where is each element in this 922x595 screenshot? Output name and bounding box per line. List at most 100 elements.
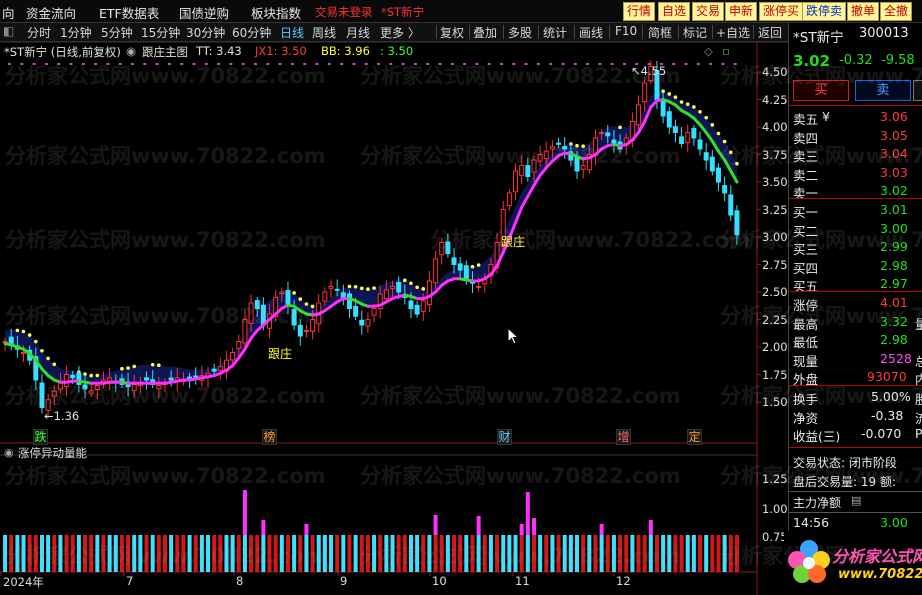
tool-f10[interactable]: F10 — [615, 24, 637, 38]
event-marker[interactable]: 定 — [687, 429, 702, 445]
sub-toggle-icon[interactable]: ◉ — [4, 446, 14, 459]
volume-bar — [513, 535, 518, 572]
signal-dot — [340, 63, 344, 65]
volume-tick-label: 1.00 — [762, 502, 788, 516]
tool-simple-frame[interactable]: 简框 — [648, 24, 672, 41]
signal-dot — [500, 63, 503, 65]
indicator-name[interactable]: 跟庄主图 — [142, 44, 188, 60]
kline-chart[interactable] — [0, 42, 788, 595]
event-marker[interactable]: 跌 — [33, 429, 48, 445]
period-weekly[interactable]: 周线 — [312, 24, 336, 41]
volume-bar — [347, 535, 352, 572]
period-5min[interactable]: 5分钟 — [101, 24, 133, 41]
tool-adjust[interactable]: 复权 — [440, 24, 464, 41]
volume-bar — [138, 535, 143, 572]
volume-bar — [273, 535, 278, 572]
limit-down-sell-button[interactable]: 跌停卖 — [802, 2, 847, 21]
event-marker[interactable]: 增 — [616, 429, 631, 445]
price-tick-label: 2.00 — [762, 340, 788, 354]
limit-up-buy-button[interactable]: 涨停买 — [759, 2, 804, 21]
menu-item-etf-table[interactable]: ETF数据表 — [99, 3, 159, 22]
trade-button[interactable]: 交易 — [692, 2, 725, 21]
candle-body — [426, 280, 432, 306]
bid-label: 买四 — [793, 260, 819, 276]
signal-dot — [192, 63, 196, 65]
event-marker[interactable]: 财 — [497, 429, 512, 445]
candle-body — [439, 242, 445, 256]
sub-indicator-name[interactable]: 涨停异动量能 — [18, 445, 87, 461]
candle-body — [144, 377, 150, 381]
candle-body — [734, 210, 740, 236]
tool-statistics[interactable]: 统计 — [543, 24, 567, 41]
candle-body — [365, 319, 371, 327]
quote-button[interactable]: 行情 — [623, 2, 656, 21]
period-intraday[interactable]: 分时 — [27, 24, 51, 41]
period-15min[interactable]: 15分钟 — [141, 24, 180, 41]
period-daily[interactable]: 日线 — [280, 24, 304, 41]
volume-bar — [144, 535, 149, 572]
signal-dot — [610, 63, 614, 65]
cancel-all-button[interactable]: 全撤 — [880, 2, 913, 21]
candle-body — [230, 352, 236, 361]
bid-price: 2.98 — [880, 257, 908, 273]
signal-dot — [364, 63, 368, 65]
event-marker[interactable]: 榜 — [262, 429, 277, 445]
upper-band-dot — [347, 284, 352, 289]
period-30min[interactable]: 30分钟 — [186, 24, 225, 41]
volume-bar — [544, 535, 549, 572]
period-60min[interactable]: 60分钟 — [232, 24, 271, 41]
login-status[interactable]: 交易未登录 — [315, 4, 373, 20]
tool-mark[interactable]: 标记 — [683, 24, 707, 41]
tool-back[interactable]: 返回 — [758, 24, 782, 41]
sell-button[interactable]: 卖 — [855, 80, 911, 101]
limit-volume-spike — [599, 524, 604, 535]
signal-dot — [524, 63, 528, 65]
ipo-button[interactable]: 申新 — [725, 2, 758, 21]
tool-overlay[interactable]: 叠加 — [473, 24, 497, 41]
price-tick-label: 3.50 — [762, 175, 788, 189]
menu-item-sector-index[interactable]: 板块指数 — [251, 3, 301, 22]
upper-band-dot — [292, 291, 296, 295]
candle-body — [322, 291, 328, 302]
period-1min[interactable]: 1分钟 — [60, 24, 92, 41]
tool-draw-line[interactable]: 画线 — [579, 24, 603, 41]
stat-tail: 流 — [915, 410, 922, 426]
collapse-icon[interactable]: ▫ — [722, 44, 730, 58]
flower-logo-icon — [788, 540, 830, 583]
candle-body — [236, 341, 242, 349]
annotation-high: 4.55 — [640, 64, 667, 78]
volume-bar — [384, 535, 389, 572]
volume-bar — [605, 535, 610, 572]
panel-toggle-icon[interactable]: ◧ — [3, 24, 14, 38]
main-net-icon[interactable]: ▤ — [851, 494, 861, 507]
tool-multi-stock[interactable]: 多股 — [508, 24, 532, 41]
diamond-icon[interactable]: ◇ — [704, 44, 713, 58]
upper-band-dot — [692, 105, 696, 109]
price-tick-label: 4.50 — [762, 65, 788, 79]
candle-body — [660, 100, 666, 117]
volume-bar — [587, 535, 592, 572]
indicator-toggle-icon[interactable]: ◉ — [126, 44, 136, 58]
volume-bar — [501, 535, 506, 572]
tool-add-watchlist[interactable]: +自选 — [716, 24, 750, 41]
volume-bar — [279, 535, 284, 572]
volume-bar — [538, 535, 543, 572]
volume-bar — [507, 535, 512, 572]
volume-bar — [70, 535, 75, 572]
upper-band-dot — [15, 328, 20, 333]
main-net-label[interactable]: 主力净额 — [793, 494, 841, 511]
menu-item-bond-repo[interactable]: 国债逆购 — [179, 3, 229, 22]
cancel-order-button[interactable]: 撤单 — [847, 2, 880, 21]
watchlist-button[interactable]: 自选 — [658, 2, 691, 21]
period-toolbar: ◧ 分时 1分钟 5分钟 15分钟 30分钟 60分钟 日线 周线 月线 更多 … — [0, 23, 788, 42]
ask-label: 卖三 — [793, 149, 819, 164]
panel-scroll-icon[interactable] — [913, 80, 922, 101]
volume-bar — [15, 535, 20, 572]
menu-item-fund-flow[interactable]: 资金流向 — [26, 3, 76, 22]
menu-item-0[interactable]: 向 — [2, 3, 15, 22]
period-more[interactable]: 更多 〉 — [380, 24, 420, 41]
bid-price: 3.01 — [880, 202, 908, 217]
buy-button[interactable]: 买 — [793, 80, 849, 101]
period-monthly[interactable]: 月线 — [346, 24, 370, 41]
volume-bar — [169, 535, 174, 572]
